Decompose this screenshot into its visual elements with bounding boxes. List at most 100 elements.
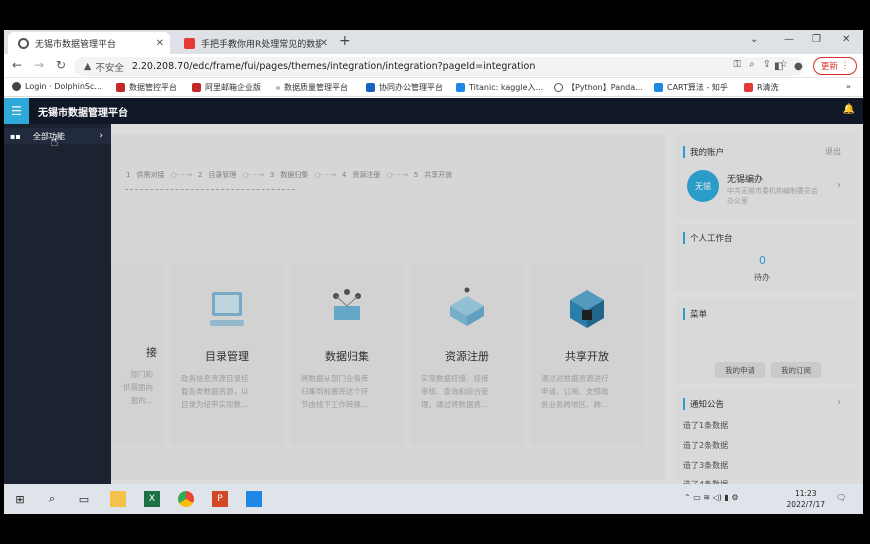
sidepanel-icon[interactable]: ◧ [774, 61, 783, 72]
bookmark-icon [116, 83, 125, 92]
bookmark-item[interactable]: 协同办公管理平台 [366, 82, 443, 93]
arrow-icon: ○- - → [242, 171, 264, 179]
restore-icon[interactable]: ❐ [812, 34, 821, 45]
update-label: 更新 [820, 62, 838, 72]
card-desc: 通过对数据资源进行 申请、订阅、支撑政 务业务跨地区、跨... [541, 374, 609, 409]
minimize-icon[interactable]: — [784, 34, 794, 45]
my-subscribe-button[interactable]: 我的订阅 [771, 362, 821, 378]
account-heading: 我的账户 [683, 146, 724, 158]
notice-item[interactable]: 造了1条数据 [683, 420, 728, 431]
bookmark-label: Login · DolphinSc... [25, 82, 103, 91]
notice-item[interactable]: 造了2条数据 [683, 440, 728, 451]
step-num: 3 [269, 171, 275, 179]
tab-r-article[interactable]: 手把手教你用R处理常见的数据清... ✕ [174, 32, 334, 54]
remote-desktop-icon[interactable] [246, 491, 262, 507]
step-label[interactable]: 共享开放 [424, 170, 452, 180]
card-sharing[interactable]: 共享开放 通过对数据资源进行 申请、订阅、支撑政 务业务跨地区、跨... [531, 264, 643, 444]
hamburger-menu-icon[interactable]: ☰ [4, 98, 29, 124]
omnibox-actions[interactable]: ⚿⌕⇪☆ [733, 59, 796, 70]
bookmark-item[interactable]: Login · DolphinSc... [12, 82, 102, 91]
bookmark-item[interactable]: R清洗 [744, 82, 779, 93]
logout-link[interactable]: 退出 [825, 146, 841, 157]
tab-data-platform[interactable]: 无锡市数据管理平台 ✕ [8, 32, 170, 54]
sidebar: ▪▪ 全部功能 › [4, 124, 111, 489]
clock-time: 11:23 [794, 489, 817, 498]
insecure-label: 不安全 [95, 62, 124, 74]
step-label[interactable]: 供需对接 [136, 170, 164, 180]
tab-title: 无锡市数据管理平台 [35, 39, 117, 50]
chevron-right-icon[interactable]: › [837, 397, 841, 408]
grid-icon: ▪▪ [10, 131, 21, 141]
forward-icon[interactable]: → [34, 58, 44, 72]
back-icon[interactable]: ← [12, 58, 22, 72]
card-title: 资源注册 [445, 350, 489, 363]
bookmarks-bar: Login · DolphinSc... 数据管控平台 阿里邮箱企业版 数据质量… [4, 78, 863, 97]
update-button[interactable]: 更新 ⋮ [813, 57, 857, 75]
card-catalog[interactable]: 目录管理 政务信息资源目录挂 载各类数据资源，以 目录为纽带实现数... [171, 264, 283, 444]
close-icon[interactable]: ✕ [320, 38, 328, 49]
step-label[interactable]: 数据归集 [280, 170, 308, 180]
reload-icon[interactable]: ↻ [56, 58, 66, 72]
bookmark-item[interactable]: CART算法 - 知乎 [654, 82, 728, 93]
url-input[interactable]: ▲ 不安全 2.20.208.70/edc/frame/fui/pages/th… [74, 57, 804, 76]
card-title: 目录管理 [205, 350, 249, 363]
notifications-icon[interactable]: 🗨 [836, 493, 846, 502]
browser-tab-bar: 无锡市数据管理平台 ✕ 手把手教你用R处理常见的数据清... ✕ + ⌄ — ❐… [4, 30, 863, 54]
step-label[interactable]: 目录管理 [208, 170, 236, 180]
gmail-icon [192, 83, 201, 92]
taskbar: ⊞ ⌕ ▭ X P ⌃ ▭ ≋ ◁) ▮ ⚙ 11:23 2022/7/17 🗨 [4, 484, 863, 514]
address-bar: ← → ↻ ▲ 不安全 2.20.208.70/edc/frame/fui/pa… [4, 54, 863, 78]
bookmark-item[interactable]: 阿里邮箱企业版 [192, 82, 261, 93]
bookmark-label: 协同办公管理平台 [379, 83, 443, 92]
app-header: ☰ 无锡市数据管理平台 🔔 [4, 98, 863, 124]
url-text: 2.20.208.70/edc/frame/fui/pages/themes/i… [131, 61, 536, 72]
card-collection[interactable]: 数据归集 将数据从部门业务库 归集到前置库这个环 节由线下工作转换... [291, 264, 403, 444]
more-bookmarks-icon[interactable]: » [846, 82, 851, 91]
card-title: 共享开放 [565, 350, 609, 363]
card-registration[interactable]: 资源注册 实现数据挂接、挂接 审核、查询和综合管 理。通过将数据资... [411, 264, 523, 444]
csdn-icon [744, 83, 753, 92]
user-org: 中共无锡市委机构编制委员会办公室 [727, 187, 818, 205]
menu-box: 菜单 [675, 298, 855, 384]
bookmark-item[interactable]: 【Python】Panda... [554, 82, 643, 93]
task-view-icon[interactable]: ▭ [76, 491, 92, 507]
search-icon[interactable]: ⌕ [44, 491, 60, 507]
bookmark-item[interactable]: 数据管控平台 [116, 82, 177, 93]
step-num: 1 [126, 171, 131, 179]
avatar-text: 无锡 [695, 181, 711, 191]
notice-item[interactable]: 造了3条数据 [683, 460, 728, 471]
close-icon[interactable]: ✕ [156, 38, 164, 49]
user-name: 无锡编办 [727, 175, 764, 185]
progress-divider [125, 189, 295, 190]
file-explorer-icon[interactable] [110, 491, 126, 507]
chevron-right-icon[interactable]: › [837, 180, 841, 191]
my-apply-button[interactable]: 我的申请 [715, 362, 765, 378]
windows-start-icon[interactable]: ⊞ [12, 491, 28, 507]
new-tab-icon[interactable]: + [339, 33, 351, 49]
zhihu-icon [456, 83, 465, 92]
monitor-icon [210, 292, 244, 326]
avatar: 无锡 [687, 170, 719, 202]
profile-icon[interactable]: ● [794, 61, 803, 72]
step-label[interactable]: 资源注册 [352, 170, 380, 180]
bell-icon[interactable]: 🔔 [843, 104, 855, 115]
close-window-icon[interactable]: ✕ [842, 34, 850, 45]
arrow-icon: ○- - → [386, 171, 408, 179]
clock[interactable]: 11:23 2022/7/17 [787, 488, 825, 510]
workbench-heading: 个人工作台 [683, 232, 733, 244]
system-tray-icons[interactable]: ⌃ ▭ ≋ ◁) ▮ ⚙ [684, 493, 739, 502]
globe-icon [18, 37, 29, 49]
tab-title: 手把手教你用R处理常见的数据清... [201, 39, 321, 50]
bookmark-item[interactable]: 数据质量管理平台 [276, 82, 348, 93]
pending-count[interactable]: 0 [759, 254, 766, 267]
powerpoint-icon[interactable]: P [212, 491, 228, 507]
bookmark-label: R清洗 [757, 83, 779, 92]
bookmark-label: CART算法 - 知乎 [667, 83, 728, 92]
step-num: 2 [197, 171, 203, 179]
sidebar-item-label: 全部功能 [32, 131, 65, 141]
bookmark-item[interactable]: Titanic: kaggle入... [456, 82, 543, 93]
tab-search-icon[interactable]: ⌄ [750, 34, 758, 45]
step-num: 4 [341, 171, 347, 179]
excel-icon[interactable]: X [144, 491, 160, 507]
chrome-icon[interactable] [178, 491, 194, 507]
